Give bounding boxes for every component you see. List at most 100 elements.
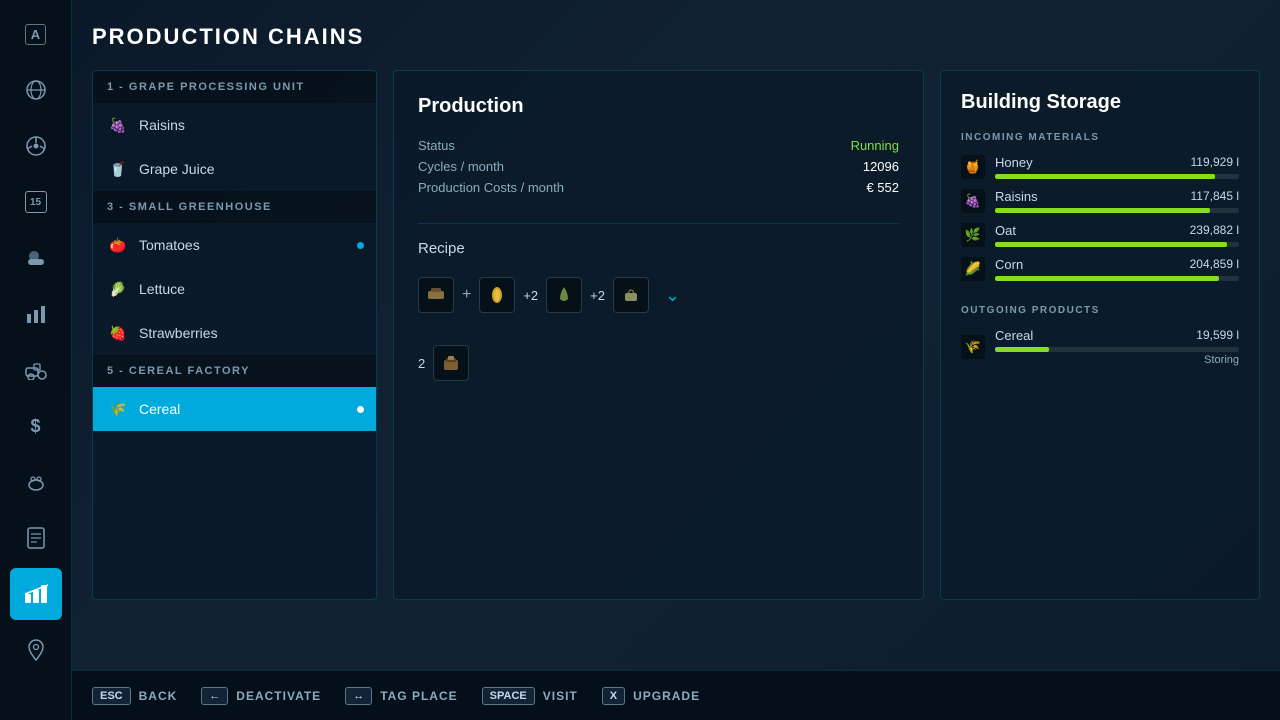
outgoing-title: OUTGOING PRODUCTS [961, 305, 1239, 316]
upgrade-key: X [602, 687, 625, 705]
chain-item-strawberries[interactable]: 🍓 Strawberries [93, 311, 376, 355]
recipe-formula-row: + +2 +2 ⌄ [418, 277, 899, 313]
upgrade-button[interactable]: X UPGRADE [602, 687, 700, 705]
honey-amount: 119,929 l [1191, 155, 1240, 170]
sidebar-item-steering[interactable] [10, 120, 62, 172]
recipe-grain-icon [418, 277, 454, 313]
deactivate-button[interactable]: ← DEACTIVATE [201, 687, 321, 705]
sidebar-item-stats[interactable] [10, 288, 62, 340]
incoming-title: INCOMING MATERIALS [961, 132, 1239, 143]
oat-bar-bg [995, 242, 1239, 247]
sidebar-item-contracts[interactable] [10, 512, 62, 564]
deactivate-label: DEACTIVATE [236, 689, 321, 703]
sidebar-item-tractor[interactable] [10, 344, 62, 396]
cereal-info: Cereal 19,599 l Storing [995, 328, 1239, 366]
storage-cereal-icon: 🌾 [961, 335, 985, 359]
chain-group-header-cereal: 5 - CEREAL FACTORY [93, 355, 376, 387]
recipe-plus-1: + [462, 286, 471, 304]
storage-title: Building Storage [961, 91, 1239, 114]
honey-bar [995, 174, 1215, 179]
tomatoes-dot [357, 242, 364, 249]
raisins-name-row: Raisins 117,845 l [995, 189, 1239, 204]
sidebar-item-weather[interactable] [10, 232, 62, 284]
recipe-output-icon [433, 345, 469, 381]
production-title: Production [418, 95, 899, 118]
cereal-bar-bg [995, 347, 1239, 352]
status-value: Running [851, 138, 899, 153]
sidebar-item-animals[interactable] [10, 456, 62, 508]
sidebar-item-a[interactable]: A [10, 8, 62, 60]
main-content: PRODUCTION CHAINS 1 - GRAPE PROCESSING U… [72, 0, 1280, 680]
production-panel: Production Status Running Cycles / month… [393, 70, 924, 600]
raisins-bar [995, 208, 1210, 213]
costs-value: € 552 [866, 180, 899, 195]
chain-group-header-grape: 1 - GRAPE PROCESSING UNIT [93, 71, 376, 103]
chain-item-raisins[interactable]: 🍇 Raisins [93, 103, 376, 147]
divider [418, 223, 899, 224]
oat-info: Oat 239,882 l [995, 223, 1239, 247]
chain-item-lettuce[interactable]: 🥬 Lettuce [93, 267, 376, 311]
chain-group-header-greenhouse: 3 - SMALL GREENHOUSE [93, 191, 376, 223]
upgrade-label: UPGRADE [633, 689, 700, 703]
raisins-bar-bg [995, 208, 1239, 213]
sidebar-item-calendar[interactable]: 15 [10, 176, 62, 228]
corn-icon: 🌽 [961, 257, 985, 281]
back-button[interactable]: ESC BACK [92, 687, 177, 705]
strawberries-icon: 🍓 [107, 322, 129, 344]
raisins-icon: 🍇 [107, 114, 129, 136]
chain-item-cereal[interactable]: 🌾 Cereal [93, 387, 376, 431]
recipe-output-row: 2 [418, 345, 899, 381]
sidebar-item-production[interactable] [10, 568, 62, 620]
grape-juice-icon: 🥤 [107, 158, 129, 180]
cereal-name-row: Cereal 19,599 l [995, 328, 1239, 343]
oat-name: Oat [995, 223, 1016, 238]
recipe-title: Recipe [418, 240, 899, 257]
storage-raisins-icon: 🍇 [961, 189, 985, 213]
sidebar: A 15 $ [0, 0, 72, 720]
cereal-bar [995, 347, 1049, 352]
storage-item-cereal: 🌾 Cereal 19,599 l Storing [961, 328, 1239, 366]
recipe-arrow-icon: ⌄ [665, 285, 680, 306]
honey-bar-bg [995, 174, 1239, 179]
visit-key: SPACE [482, 687, 535, 705]
storage-item-raisins: 🍇 Raisins 117,845 l [961, 189, 1239, 213]
raisins-info: Raisins 117,845 l [995, 189, 1239, 213]
cereal-icon: 🌾 [107, 398, 129, 420]
cereal-amount: 19,599 l [1196, 328, 1239, 343]
recipe-count-2: +2 [590, 288, 605, 303]
honey-name-row: Honey 119,929 l [995, 155, 1239, 170]
honey-info: Honey 119,929 l [995, 155, 1239, 179]
oat-bar [995, 242, 1227, 247]
cycles-label: Cycles / month [418, 159, 504, 174]
lettuce-icon: 🥬 [107, 278, 129, 300]
chain-item-tomatoes[interactable]: 🍅 Tomatoes [93, 223, 376, 267]
sidebar-item-location[interactable] [10, 624, 62, 676]
status-label: Status [418, 138, 455, 153]
storage-item-oat: 🌿 Oat 239,882 l [961, 223, 1239, 247]
tag-label: TAG PLACE [380, 689, 457, 703]
page-title: PRODUCTION CHAINS [92, 24, 1260, 50]
recipe-output-count: 2 [418, 356, 425, 371]
sidebar-item-economy[interactable]: $ [10, 400, 62, 452]
visit-button[interactable]: SPACE VISIT [482, 687, 578, 705]
tag-key: ↔ [345, 687, 372, 705]
costs-label: Production Costs / month [418, 180, 564, 195]
stat-row-cycles: Cycles / month 12096 [418, 159, 899, 174]
production-stats: Status Running Cycles / month 12096 Prod… [418, 138, 899, 195]
recipe-container: + +2 +2 ⌄ 2 [418, 277, 899, 381]
corn-name-row: Corn 204,859 l [995, 257, 1239, 272]
raisins-amount: 117,845 l [1191, 189, 1240, 204]
tag-place-button[interactable]: ↔ TAG PLACE [345, 687, 457, 705]
sidebar-item-globe[interactable] [10, 64, 62, 116]
corn-bar [995, 276, 1219, 281]
chain-item-grape-juice[interactable]: 🥤 Grape Juice [93, 147, 376, 191]
tomatoes-icon: 🍅 [107, 234, 129, 256]
raisins-name: Raisins [995, 189, 1038, 204]
corn-amount: 204,859 l [1190, 257, 1239, 272]
honey-icon: 🍯 [961, 155, 985, 179]
back-label: BACK [139, 689, 178, 703]
storing-label: Storing [995, 354, 1239, 366]
corn-bar-bg [995, 276, 1239, 281]
recipe-extra-icon [613, 277, 649, 313]
honey-name: Honey [995, 155, 1033, 170]
